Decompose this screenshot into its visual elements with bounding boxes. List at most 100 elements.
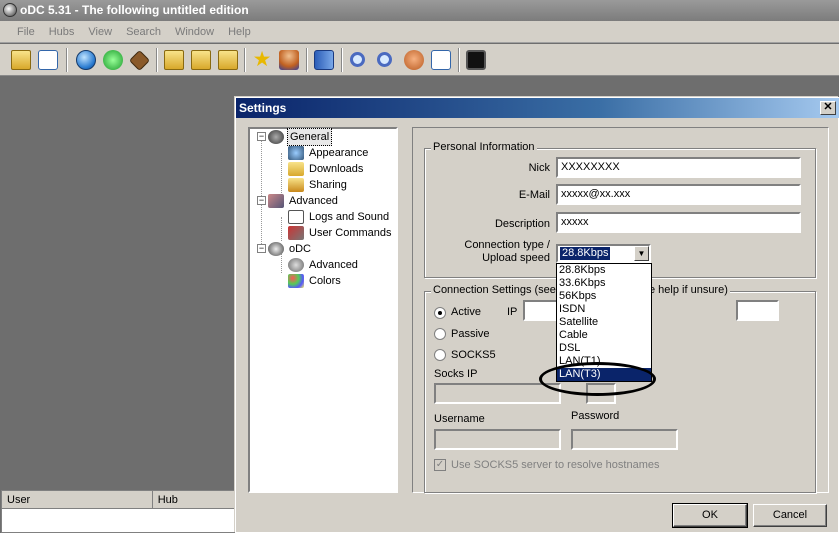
open-file-icon[interactable] — [38, 50, 58, 70]
downloads-icon — [288, 162, 304, 176]
advanced-icon — [268, 194, 284, 208]
menu-help[interactable]: Help — [221, 21, 258, 43]
connection-option[interactable]: 28.8Kbps — [557, 264, 651, 277]
connection-settings-label-left: Connection Settings (see — [431, 284, 558, 296]
favorite-hubs-icon[interactable] — [164, 50, 184, 70]
description-field[interactable]: xxxxx — [556, 212, 801, 233]
tree-item-sharing[interactable]: Sharing — [288, 177, 349, 193]
passive-label: Passive — [451, 328, 490, 340]
connection-option[interactable]: Satellite — [557, 316, 651, 329]
socks-resolve-label: Use SOCKS5 server to resolve hostnames — [451, 459, 660, 471]
connection-option[interactable]: 56Kbps — [557, 290, 651, 303]
menu-file[interactable]: File — [0, 21, 42, 43]
adl-search-icon[interactable] — [377, 52, 392, 67]
toolbar-separator — [156, 48, 158, 72]
reconnect-icon[interactable] — [103, 50, 123, 70]
tree-item-appearance[interactable]: Appearance — [288, 145, 370, 161]
tree-item-downloads[interactable]: Downloads — [288, 161, 365, 177]
port-field[interactable] — [736, 300, 779, 321]
active-radio[interactable] — [434, 307, 446, 319]
spy-icon[interactable] — [404, 50, 424, 70]
palette-icon — [288, 274, 304, 288]
settings-tree: − General Appearance Downloads Sharing −… — [248, 127, 398, 493]
gear-icon — [288, 258, 304, 272]
description-label: Description — [494, 218, 550, 230]
socks-resolve-checkbox[interactable]: ✓ — [434, 459, 446, 471]
toolbar-separator — [244, 48, 246, 72]
favorites-star-icon[interactable]: ★ — [252, 49, 272, 70]
passive-radio[interactable] — [434, 328, 446, 340]
menu-hubs[interactable]: Hubs — [42, 21, 82, 43]
connection-type-select[interactable]: 28.8Kbps ▼ — [556, 244, 651, 263]
tree-line — [281, 217, 282, 241]
socks-ip-field[interactable] — [434, 383, 561, 404]
chevron-down-icon[interactable]: ▼ — [634, 246, 649, 261]
menu-window[interactable]: Window — [168, 21, 221, 43]
email-field[interactable]: xxxxx@xx.xxx — [556, 184, 801, 205]
ip-label: IP — [507, 306, 518, 318]
menu-search[interactable]: Search — [119, 21, 168, 43]
tree-item-general[interactable]: General — [268, 128, 333, 146]
odc-icon — [268, 242, 284, 256]
password-field[interactable] — [571, 429, 678, 450]
user-commands-icon — [288, 226, 304, 240]
tree-item-odc-advanced[interactable]: Advanced — [288, 257, 360, 273]
appearance-icon — [288, 146, 304, 160]
user-hub-header: User Hub — [2, 491, 234, 509]
ip-field[interactable] — [523, 300, 559, 321]
toolbar-separator — [341, 48, 343, 72]
favorite-users-icon[interactable] — [191, 50, 211, 70]
connection-option[interactable]: DSL — [557, 342, 651, 355]
sharing-icon — [288, 178, 304, 192]
notepad-icon[interactable] — [314, 50, 334, 70]
network-stats-icon[interactable] — [466, 50, 486, 70]
settings-title: Settings — [239, 101, 287, 115]
tree-item-user-commands[interactable]: User Commands — [288, 225, 394, 241]
username-field[interactable] — [434, 429, 561, 450]
personal-information-label: Personal Information — [431, 141, 537, 153]
tree-item-colors[interactable]: Colors — [288, 273, 343, 289]
column-header-user[interactable]: User — [2, 491, 153, 509]
connection-option[interactable]: ISDN — [557, 303, 651, 316]
password-label: Password — [571, 410, 620, 422]
user-hub-list[interactable]: User Hub — [1, 490, 235, 533]
connection-type-value: 28.8Kbps — [560, 247, 611, 260]
toolbar-separator — [66, 48, 68, 72]
settings-dialog: Settings ✕ − General Appearance Download… — [235, 97, 839, 533]
open-folder-icon[interactable] — [11, 50, 31, 70]
socks5-radio[interactable] — [434, 349, 446, 361]
logs-icon — [288, 210, 304, 224]
connection-settings-label-right: e help if unsure) — [647, 284, 730, 296]
nick-label: Nick — [528, 162, 550, 174]
username-label: Username — [434, 413, 485, 425]
connection-type-label: Connection type / — [464, 239, 550, 251]
tree-expander-odc[interactable]: − — [257, 244, 266, 253]
toolbar-separator — [458, 48, 460, 72]
public-hubs-icon[interactable] — [76, 50, 96, 70]
search-spy-icon[interactable] — [431, 50, 451, 70]
socks5-label: SOCKS5 — [451, 349, 496, 361]
follow-redirect-icon[interactable] — [128, 49, 151, 72]
tree-expander-general[interactable]: − — [257, 132, 266, 141]
tree-item-advanced[interactable]: Advanced — [268, 193, 340, 209]
email-label: E-Mail — [518, 189, 550, 201]
nick-field[interactable]: XXXXXXXX — [556, 157, 801, 178]
column-header-hub[interactable]: Hub — [153, 491, 234, 509]
menu-bar: File Hubs View Search Window Help — [0, 21, 839, 43]
menu-view[interactable]: View — [81, 21, 119, 43]
connection-option[interactable]: 33.6Kbps — [557, 277, 651, 290]
main-toolbar: ★ — [0, 44, 839, 76]
cancel-button[interactable]: Cancel — [753, 504, 827, 527]
tree-item-odc[interactable]: oDC — [268, 241, 313, 257]
search-icon[interactable] — [350, 52, 365, 67]
tree-expander-advanced[interactable]: − — [257, 196, 266, 205]
tree-item-logs-and-sound[interactable]: Logs and Sound — [288, 209, 391, 225]
settings-title-bar: Settings ✕ — [236, 98, 839, 118]
connection-option[interactable]: Cable — [557, 329, 651, 342]
queue-icon[interactable] — [218, 50, 238, 70]
ok-button[interactable]: OK — [672, 503, 748, 528]
users-icon[interactable] — [279, 50, 299, 70]
tree-line — [281, 153, 282, 193]
app-title-bar: oDC 5.31 - The following untitled editio… — [0, 0, 839, 21]
close-icon[interactable]: ✕ — [820, 101, 836, 115]
